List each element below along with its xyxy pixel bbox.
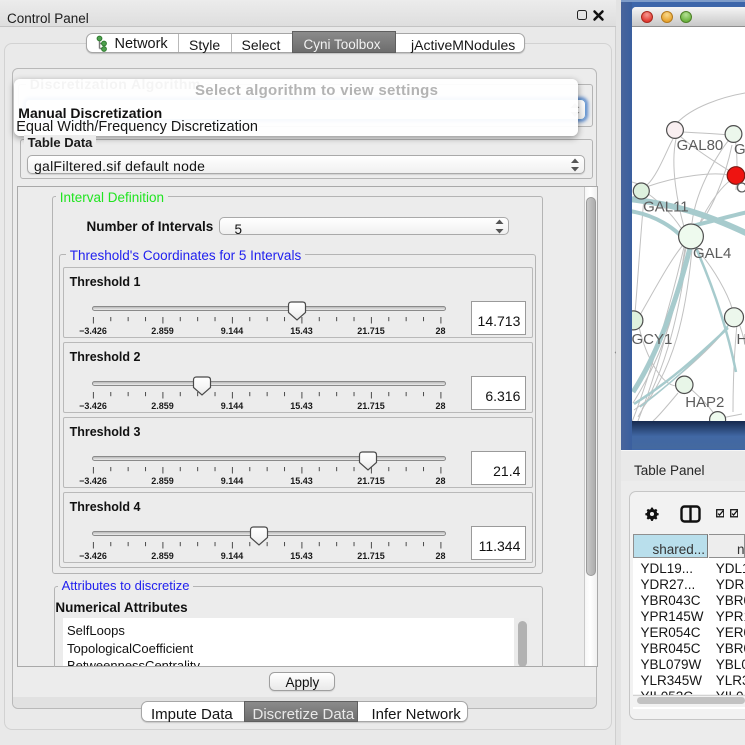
svg-text:GAL80: GAL80 xyxy=(677,137,724,154)
svg-text:GA: GA xyxy=(734,141,745,158)
svg-text:GAL4: GAL4 xyxy=(693,245,731,262)
svg-text:H: H xyxy=(736,331,745,348)
svg-text:GCY1: GCY1 xyxy=(632,331,672,348)
svg-text:C: C xyxy=(736,179,745,196)
svg-text:HAP2: HAP2 xyxy=(685,394,724,411)
svg-text:GAL11: GAL11 xyxy=(643,199,689,216)
